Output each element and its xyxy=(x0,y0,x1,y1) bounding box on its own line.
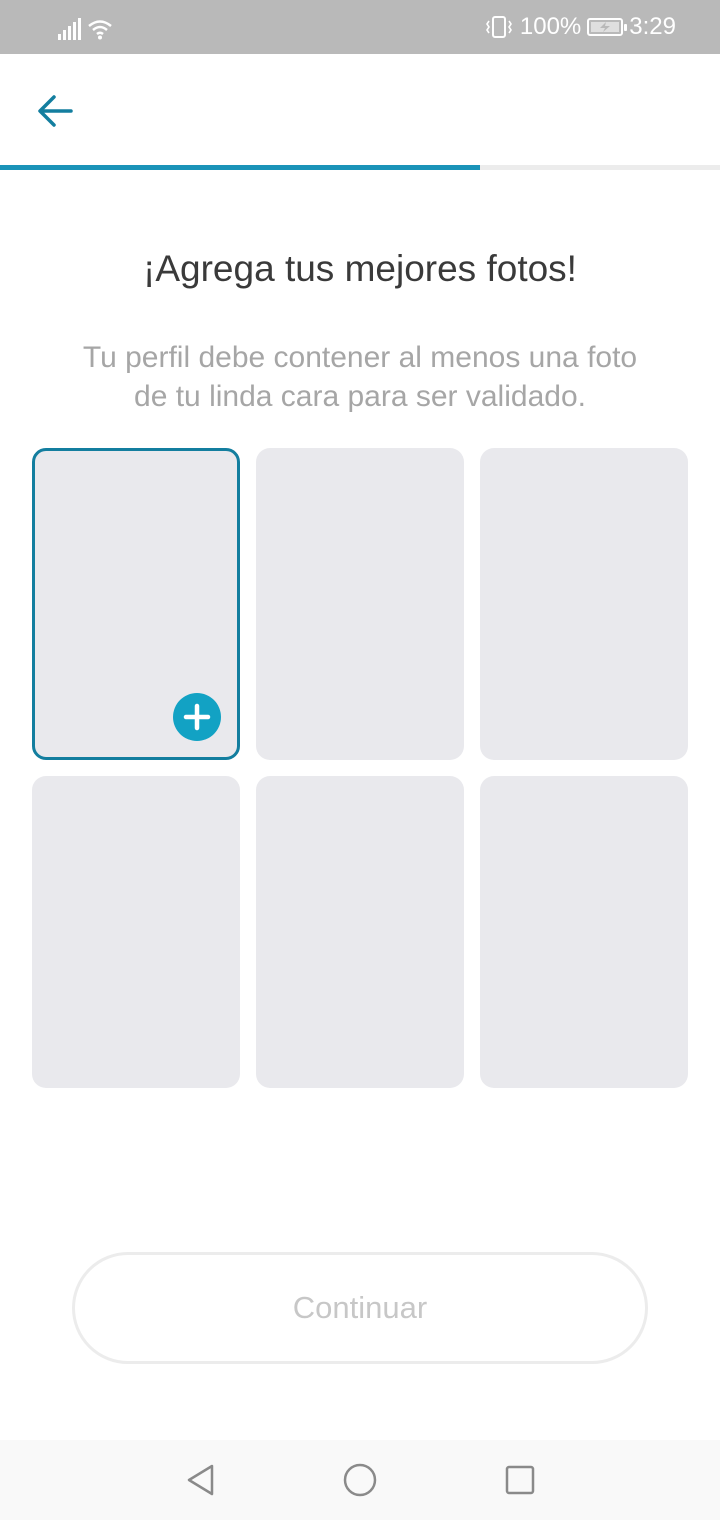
plus-icon xyxy=(183,703,211,731)
battery-charging-icon xyxy=(587,18,628,36)
photo-slot-4[interactable] xyxy=(32,776,240,1088)
nav-back-button[interactable] xyxy=(180,1460,220,1500)
add-photo-button[interactable] xyxy=(173,693,221,741)
photo-grid xyxy=(32,448,688,1088)
battery-percentage: 100% xyxy=(519,13,582,40)
back-triangle-icon xyxy=(187,1464,214,1496)
photo-slot-3[interactable] xyxy=(480,448,688,760)
nav-recents-button[interactable] xyxy=(500,1460,540,1500)
back-button[interactable] xyxy=(30,86,80,136)
home-circle-icon xyxy=(343,1463,377,1497)
nav-home-button[interactable] xyxy=(340,1460,380,1500)
clock: 3:29 xyxy=(629,13,676,40)
photo-slot-2[interactable] xyxy=(256,448,464,760)
page-subtitle: Tu perfil debe contener al menos una fot… xyxy=(82,341,638,413)
progress-bar xyxy=(0,165,720,170)
continue-button[interactable]: Continuar xyxy=(72,1252,648,1364)
photo-slot-6[interactable] xyxy=(480,776,688,1088)
navigation-bar xyxy=(0,1440,720,1520)
progress-fill xyxy=(0,165,481,170)
status-right-icons: 100% 3:29 xyxy=(484,12,676,42)
status-left-icons xyxy=(58,14,113,40)
signal-icon xyxy=(58,18,81,40)
page-title: ¡Agrega tus mejores fotos! xyxy=(143,248,577,289)
vibrate-icon xyxy=(485,16,512,38)
photo-slot-5[interactable] xyxy=(256,776,464,1088)
arrow-left-icon xyxy=(38,95,73,127)
photo-slot-1[interactable] xyxy=(32,448,240,760)
status-bar: 100% 3:29 xyxy=(0,0,720,54)
wifi-icon xyxy=(88,20,112,40)
recents-square-icon xyxy=(505,1465,535,1495)
